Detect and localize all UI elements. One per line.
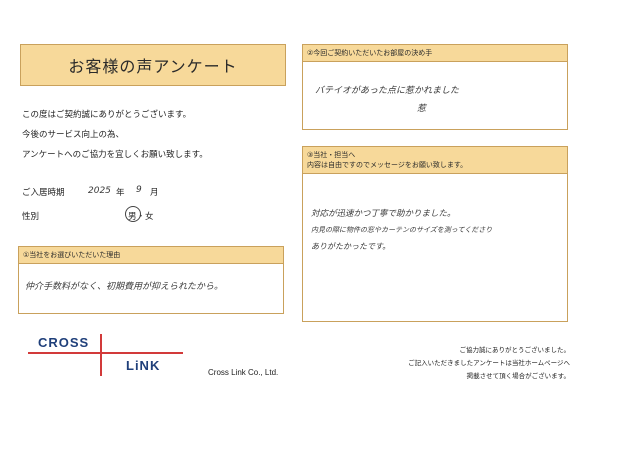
footer-line-3: 掲載させて頂く場合がございます。 bbox=[466, 372, 570, 380]
q3-answer-line-2: 内見の際に物件の窓やカーテンのサイズを測ってくださり bbox=[311, 226, 493, 234]
footer-line-2: ご記入いただきましたアンケートは当社ホームページへ bbox=[408, 359, 570, 367]
month-value: 9 bbox=[136, 185, 142, 195]
q3-answer-line-3: ありがたかったです。 bbox=[311, 242, 391, 251]
q1-answer: 仲介手数料がなく、初期費用が抑えられたから。 bbox=[25, 282, 224, 292]
survey-title: お客様の声アンケート bbox=[20, 44, 286, 86]
intro-line-3: アンケートへのご協力を宜しくお願い致します。 bbox=[22, 150, 208, 160]
q3-box: ③当社・担当へ 内容は自由ですのでメッセージをお願い致します。 対応が迅速かつ丁… bbox=[302, 146, 568, 322]
gender-label: 性別 bbox=[22, 212, 40, 222]
q3-heading-line-1: ③当社・担当へ bbox=[307, 151, 356, 159]
month-unit: 月 bbox=[150, 188, 159, 198]
q1-box: ①当社をお選びいただいた理由 仲介手数料がなく、初期費用が抑えられたから。 bbox=[18, 246, 284, 314]
q3-answer-line-1: 対応が迅速かつ丁寧で助かりました。 bbox=[311, 209, 456, 219]
footer-line-1: ご協力誠にありがとうございました。 bbox=[459, 346, 571, 354]
move-in-label: ご入居時期 bbox=[22, 188, 65, 198]
q2-answer-line-1: バテイオがあった点に惹かれました bbox=[315, 86, 460, 96]
q1-heading: ①当社をお選びいただいた理由 bbox=[19, 247, 283, 264]
q3-heading: ③当社・担当へ 内容は自由ですのでメッセージをお願い致します。 bbox=[303, 147, 567, 174]
company-name: Cross Link Co., Ltd. bbox=[208, 368, 279, 377]
logo-vertical-line bbox=[100, 334, 102, 376]
logo-top-text: CROSS bbox=[38, 335, 90, 350]
q2-box: ②今回ご契約いただいたお部屋の決め手 バテイオがあった点に惹かれました 惹 bbox=[302, 44, 568, 130]
year-value: 2025 bbox=[88, 186, 111, 196]
logo-bottom-text: LiNK bbox=[126, 358, 161, 373]
company-logo: CROSS LiNK bbox=[28, 332, 188, 378]
year-unit: 年 bbox=[116, 188, 125, 198]
q2-heading: ②今回ご契約いただいたお部屋の決め手 bbox=[303, 45, 567, 62]
gender-circle-mark bbox=[125, 206, 141, 222]
logo-horizontal-line bbox=[28, 352, 183, 354]
q2-answer-line-2: 惹 bbox=[417, 104, 427, 114]
intro-line-1: この度はご契約誠にありがとうございます。 bbox=[22, 110, 192, 120]
q3-heading-line-2: 内容は自由ですのでメッセージをお願い致します。 bbox=[307, 161, 468, 169]
intro-line-2: 今後のサービス向上の為、 bbox=[22, 130, 125, 140]
